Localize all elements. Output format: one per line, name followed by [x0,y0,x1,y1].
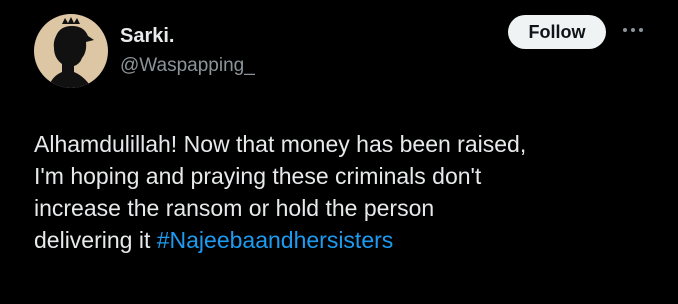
tweet-card: Sarki. @Waspapping_ Follow Alhamdulillah… [0,0,678,304]
tweet-text-line: delivering it #Najeebaandhersisters [34,224,664,256]
avatar[interactable] [34,14,108,88]
display-name[interactable]: Sarki. [120,24,174,48]
follow-button[interactable]: Follow [508,15,606,49]
more-horizontal-icon[interactable] [621,22,645,38]
user-handle[interactable]: @Waspapping_ [120,54,255,78]
hashtag-link[interactable]: #Najeebaandhersisters [157,227,394,253]
tweet-text: Alhamdulillah! Now that money has been r… [34,128,664,256]
tweet-text-line: I'm hoping and praying these criminals d… [34,163,482,189]
silhouette-icon [48,17,94,88]
tweet-text-line: increase the ransom or hold the person [34,195,435,221]
tweet-text-line: Alhamdulillah! Now that money has been r… [34,131,527,157]
tweet-text-fragment: delivering it [34,227,157,253]
